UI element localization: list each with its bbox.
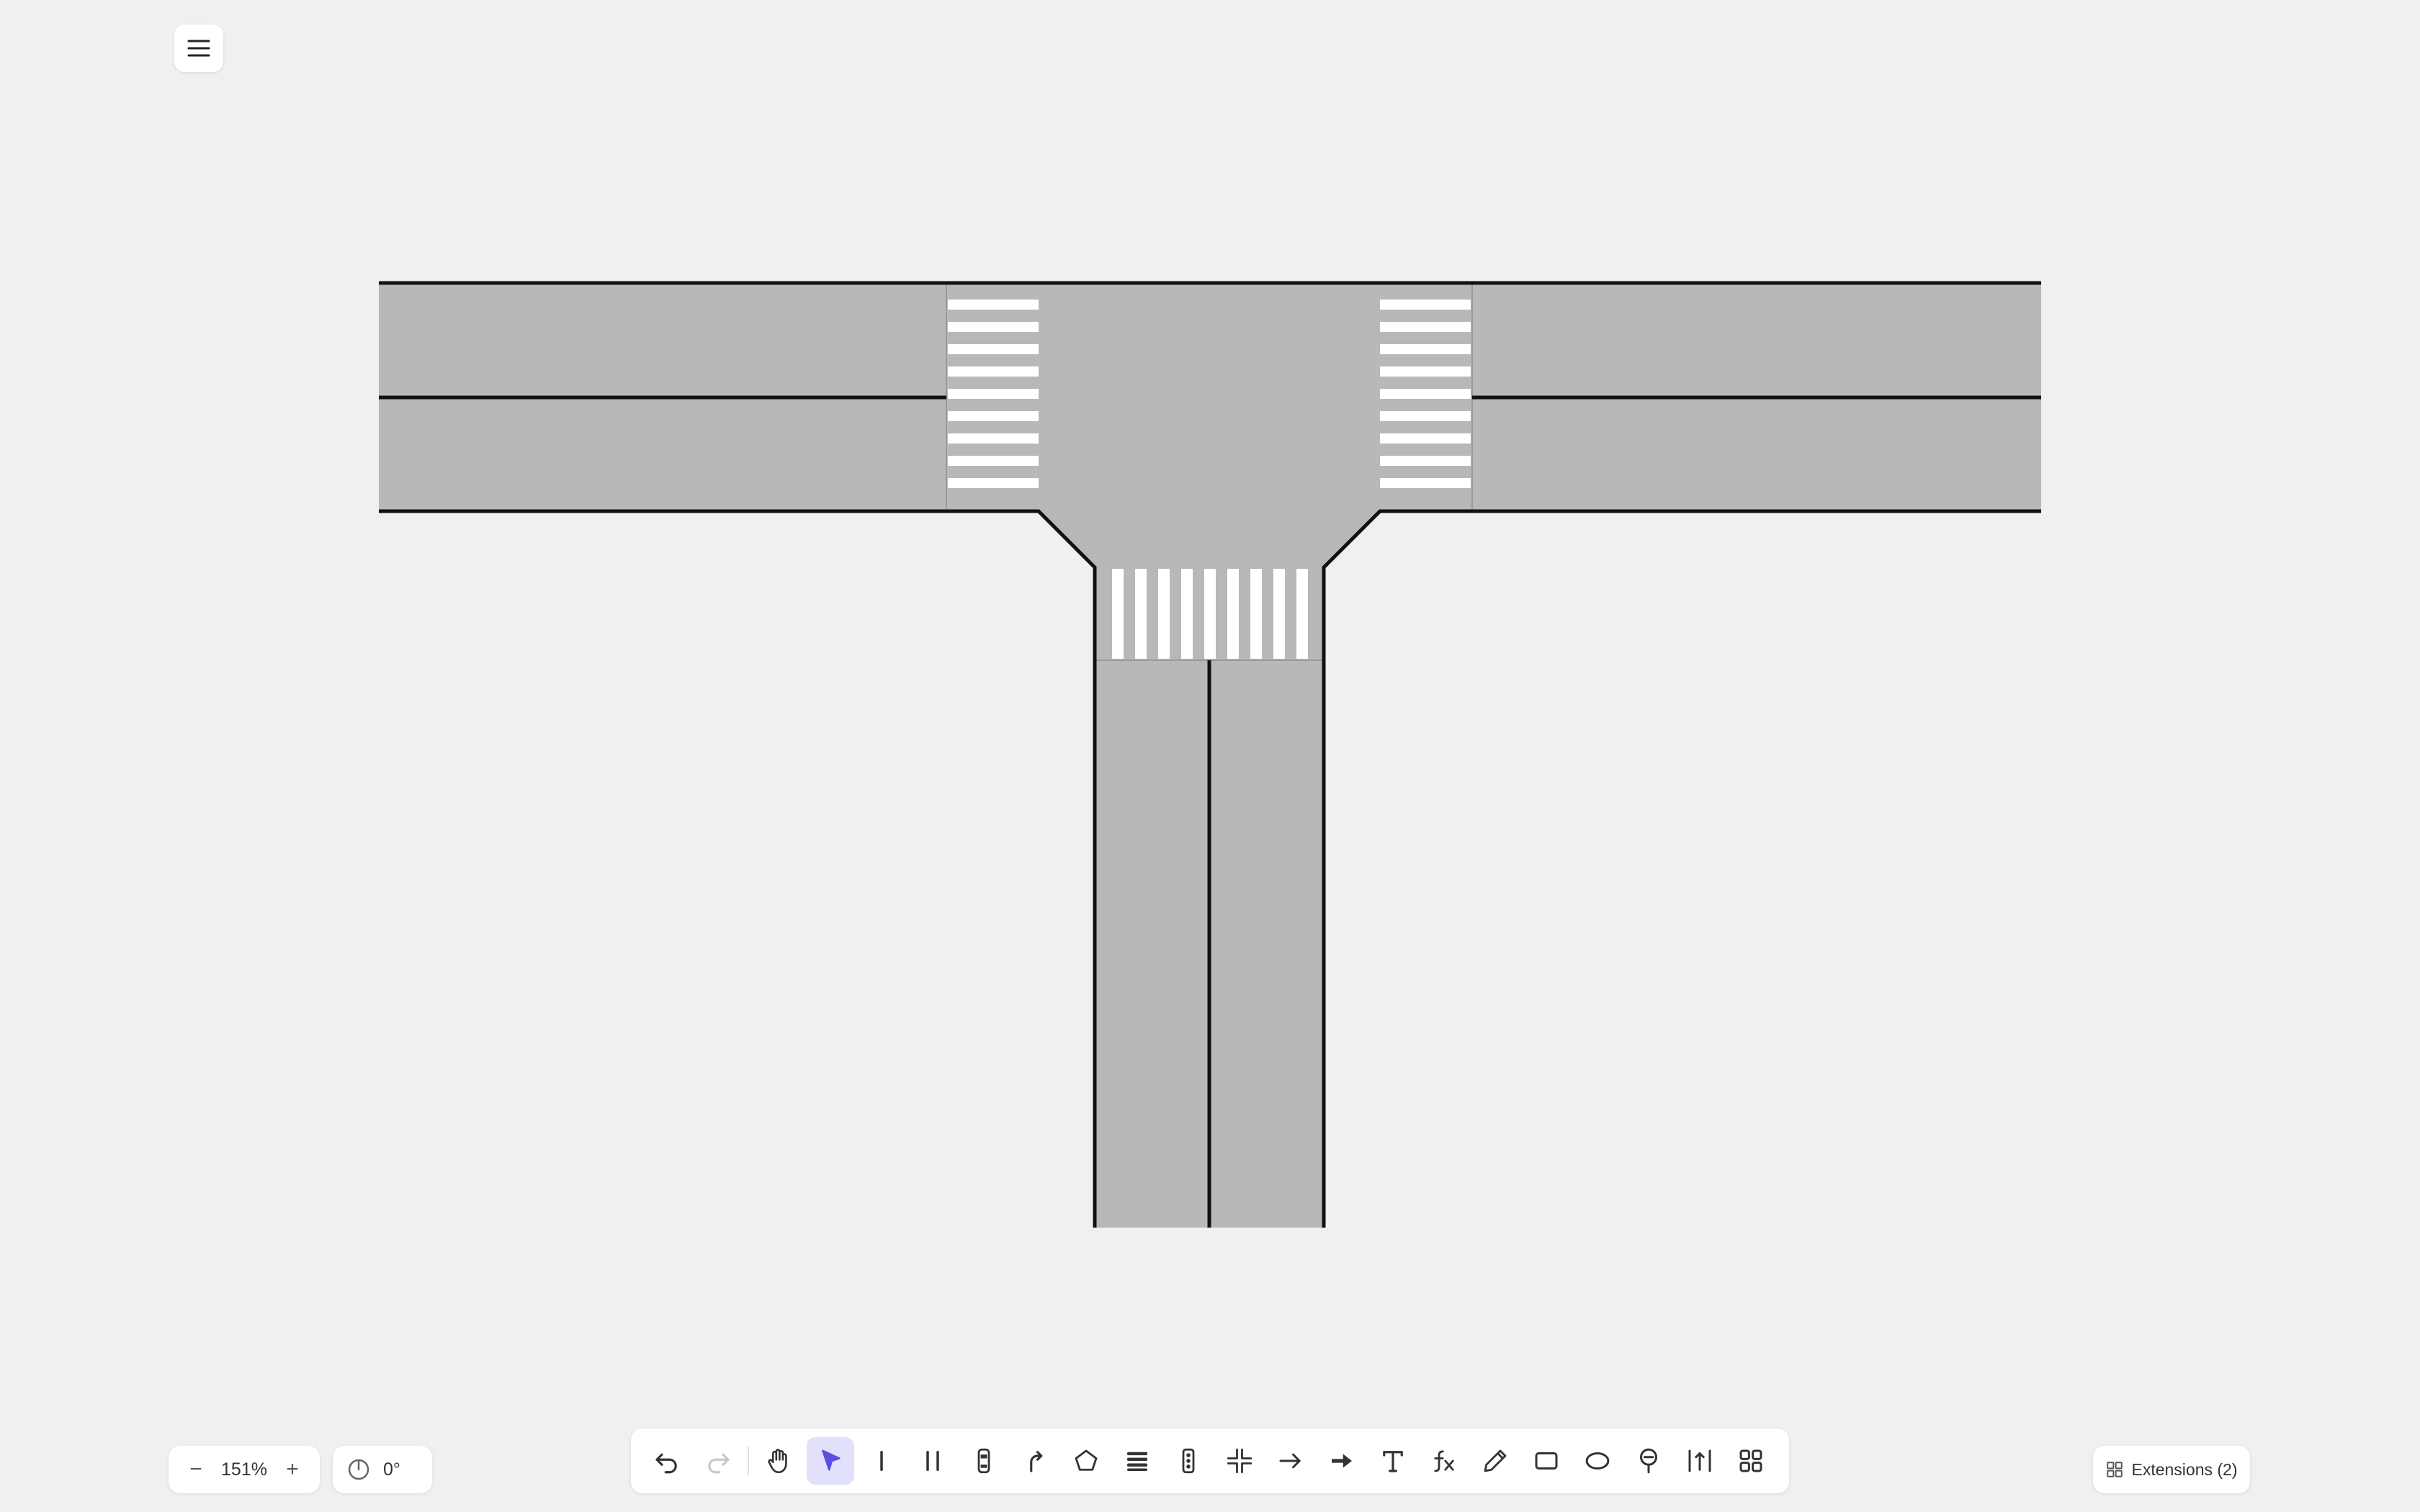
- polygon-tool-button[interactable]: [1062, 1437, 1110, 1485]
- hand-pan-icon: [767, 1449, 787, 1474]
- single-line-tool-button[interactable]: [858, 1437, 905, 1485]
- rectangle-tool-button[interactable]: [1523, 1437, 1570, 1485]
- text-icon: [1382, 1451, 1403, 1472]
- redo-button[interactable]: [694, 1437, 742, 1485]
- pencil-icon: [1484, 1449, 1506, 1472]
- bold-arrow-icon: [1331, 1454, 1352, 1468]
- road-canvas[interactable]: [0, 0, 2420, 1512]
- select-tool-button[interactable]: [806, 1437, 854, 1485]
- turn-path-icon: [1029, 1451, 1042, 1472]
- crosswalk-west[interactable]: [948, 300, 1039, 488]
- select-arrow-icon: [821, 1449, 841, 1471]
- pencil-tool-button[interactable]: [1471, 1437, 1519, 1485]
- polygon-icon: [1075, 1449, 1097, 1471]
- intersection-icon: [1227, 1448, 1252, 1474]
- crosswalk-east[interactable]: [1380, 300, 1471, 488]
- undo-button[interactable]: [643, 1437, 691, 1485]
- text-tool-button[interactable]: [1369, 1437, 1417, 1485]
- vehicle-icon: [977, 1448, 990, 1474]
- bold-arrow-tool-button[interactable]: [1318, 1437, 1366, 1485]
- single-line-icon: [879, 1451, 883, 1471]
- more-tools-button[interactable]: [1727, 1437, 1775, 1485]
- rectangle-icon: [1535, 1452, 1557, 1470]
- measure-tool-button[interactable]: [1676, 1437, 1724, 1485]
- ellipse-tool-button[interactable]: [1574, 1437, 1621, 1485]
- zoom-level[interactable]: 151%: [221, 1459, 267, 1480]
- double-line-tool-button[interactable]: [909, 1437, 956, 1485]
- measure-icon: [1688, 1449, 1711, 1472]
- main-menu-button[interactable]: [174, 24, 223, 72]
- formula-icon: [1433, 1450, 1454, 1472]
- hamburger-menu-icon: [187, 40, 210, 57]
- compass-icon: [348, 1459, 369, 1480]
- thin-arrow-icon: [1279, 1453, 1301, 1469]
- extensions-grid-icon: [2107, 1462, 2123, 1477]
- turn-path-tool-button[interactable]: [1011, 1437, 1059, 1485]
- crosswalk-south[interactable]: [1112, 569, 1308, 659]
- rotation-controls[interactable]: 0°: [333, 1446, 432, 1493]
- intersection-tool-button[interactable]: [1216, 1437, 1263, 1485]
- extensions-label: Extensions (2): [2131, 1459, 2238, 1479]
- rotation-angle: 0°: [383, 1459, 400, 1480]
- toolbar-separator: [748, 1446, 749, 1475]
- double-line-icon: [926, 1451, 939, 1471]
- thin-arrow-tool-button[interactable]: [1267, 1437, 1314, 1485]
- hand-tool-button[interactable]: [756, 1437, 803, 1485]
- crosswalk-tool-button[interactable]: [1113, 1437, 1161, 1485]
- formula-tool-button[interactable]: [1420, 1437, 1468, 1485]
- zoom-out-button[interactable]: −: [182, 1455, 210, 1484]
- marker-icon: [1639, 1448, 1657, 1474]
- vehicle-tool-button[interactable]: [960, 1437, 1008, 1485]
- main-toolbar: [631, 1428, 1789, 1493]
- zoom-controls: − 151% +: [169, 1446, 320, 1493]
- zoom-in-button[interactable]: +: [278, 1455, 307, 1484]
- crosswalk-icon: [1126, 1452, 1147, 1471]
- extensions-button[interactable]: Extensions (2): [2093, 1446, 2250, 1493]
- redo-icon: [707, 1453, 730, 1474]
- grid-more-icon: [1739, 1449, 1762, 1472]
- ellipse-icon: [1585, 1452, 1609, 1470]
- undo-icon: [655, 1453, 677, 1474]
- marker-tool-button[interactable]: [1625, 1437, 1672, 1485]
- traffic-light-icon: [1182, 1448, 1194, 1474]
- traffic-light-tool-button[interactable]: [1165, 1437, 1212, 1485]
